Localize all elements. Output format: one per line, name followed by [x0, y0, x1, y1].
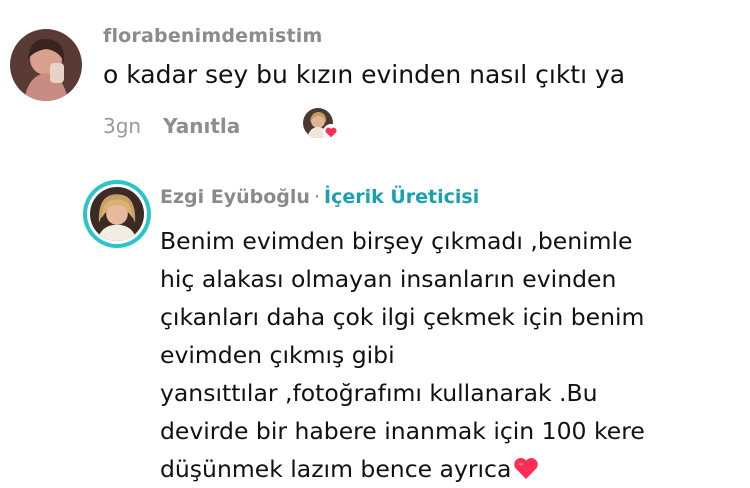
comment-username[interactable]: florabenimdemistim: [103, 25, 322, 47]
comment-text-line: evimden çıkmış gibi: [160, 341, 395, 369]
heart-emoji-icon: [514, 458, 539, 479]
creator-liked-badge: [303, 108, 339, 144]
comment-meta: 3gn Yanıtla: [103, 114, 240, 138]
comment-text: o kadar sey bu kızın evinden nasıl çıktı…: [103, 60, 626, 89]
separator: ·: [313, 186, 320, 208]
avatar-image: [10, 29, 82, 101]
comment-text-line: Benim evimden birşey çıkmadı ,benimle: [160, 227, 633, 255]
comment-text-line-last: düşünmek lazım bence ayrıca: [160, 450, 740, 488]
comment-text-line: çıkanları daha çok ilgi çekmek için beni…: [160, 303, 645, 331]
creator-avatar[interactable]: [83, 180, 151, 248]
avatar[interactable]: [10, 29, 82, 101]
comment-text-line: yansıttılar ,fotoğrafımı kullanarak .Bu: [160, 379, 598, 407]
avatar-image: [90, 187, 144, 241]
comment-time: 3gn: [103, 114, 142, 138]
comment-username[interactable]: Ezgi Eyüboğlu: [160, 186, 310, 208]
comment-text-line: devirde bir habere inanmak için 100 kere: [160, 417, 645, 445]
comment-text-fragment: düşünmek lazım bence ayrıca: [160, 455, 512, 483]
heart-icon: [323, 124, 339, 140]
comment-header: Ezgi Eyüboğlu · İçerik Üreticisi: [160, 186, 479, 208]
comment-text-line: hiç alakası olmayan insanların evinden: [160, 265, 617, 293]
reply-button[interactable]: Yanıtla: [163, 114, 240, 138]
comment-text: Benim evimden birşey çıkmadı ,benimle hi…: [160, 222, 740, 488]
creator-badge: İçerik Üreticisi: [324, 186, 480, 208]
